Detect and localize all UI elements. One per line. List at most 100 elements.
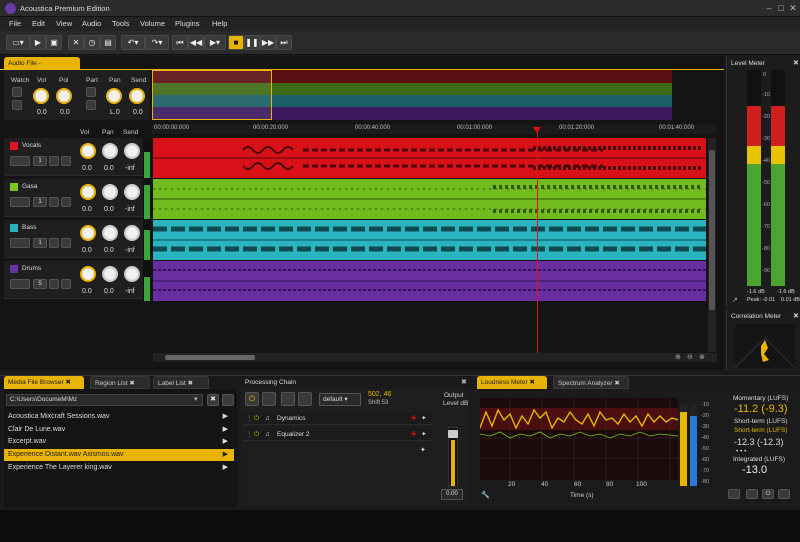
export-icon[interactable]: [778, 489, 790, 499]
menu-help[interactable]: Help: [212, 19, 227, 28]
skip-end-button[interactable]: ⏭: [276, 35, 292, 50]
fast-forward-button[interactable]: ▶▶: [260, 35, 276, 50]
part-toggle[interactable]: [86, 87, 96, 97]
undo-button[interactable]: ↶▾: [121, 35, 145, 50]
headphone-icon[interactable]: [12, 100, 22, 110]
menu-file[interactable]: File: [9, 19, 21, 28]
settings-icon[interactable]: [49, 238, 59, 248]
file-list-item-selected[interactable]: Experience Distant.wav Axismos.wav ▶: [4, 449, 234, 461]
clipboard-icon[interactable]: [262, 392, 276, 406]
skip-start-button[interactable]: ⏮: [172, 35, 188, 50]
wrench-icon[interactable]: 🔧: [481, 491, 490, 499]
folder-icon[interactable]: [222, 394, 234, 406]
star-icon[interactable]: ✦: [421, 412, 426, 425]
arm-icon[interactable]: [61, 197, 71, 207]
track-mode-button[interactable]: [10, 279, 30, 289]
close-panel-icon[interactable]: ✖: [793, 312, 799, 320]
track-pan-knob[interactable]: [102, 143, 118, 159]
timeline-ruler[interactable]: 00:00:00:000 00:00:20:000 00:00:40:000 0…: [152, 125, 717, 134]
track-send-knob[interactable]: [124, 225, 140, 241]
menu-tools[interactable]: Tools: [112, 19, 130, 28]
close-tab-icon[interactable]: ✖: [65, 379, 70, 386]
fader-value-field[interactable]: 0.00: [441, 489, 463, 500]
track-pan-knob[interactable]: [102, 225, 118, 241]
headphone-icon[interactable]: ♫: [265, 412, 270, 425]
close-tab-icon[interactable]: ✖: [188, 380, 193, 387]
track-vol-knob[interactable]: [80, 225, 96, 241]
play-button[interactable]: ▶▾: [204, 35, 226, 50]
master-vol-knob[interactable]: [33, 88, 49, 104]
remove-fx-icon[interactable]: ✚: [411, 428, 416, 441]
horizontal-scrollbar[interactable]: ⊕ ⊖ ⊗: [153, 353, 717, 362]
settings-icon[interactable]: [746, 489, 758, 499]
track-pan-knob[interactable]: [102, 184, 118, 200]
menu-edit[interactable]: Edit: [32, 19, 45, 28]
arm-icon[interactable]: [61, 279, 71, 289]
arm-icon[interactable]: [61, 238, 71, 248]
delete-button[interactable]: ▤: [100, 35, 116, 50]
drag-handle-icon[interactable]: ⋮: [246, 412, 253, 425]
master-send-knob[interactable]: [129, 88, 145, 104]
track-lane-drums[interactable]: [153, 261, 706, 301]
settings-icon[interactable]: [49, 197, 59, 207]
chevron-down-icon[interactable]: ▾: [194, 395, 198, 403]
power-icon[interactable]: ⏻: [254, 428, 259, 441]
file-list-item[interactable]: Experience The Layerer king.wav ▶: [4, 462, 234, 474]
tab-region-list[interactable]: Region List ✖: [90, 376, 150, 389]
track-number[interactable]: 1: [33, 156, 47, 166]
path-input[interactable]: C:\Users\DocumeM\Mz: [6, 394, 203, 406]
timer-button[interactable]: ◷: [84, 35, 100, 50]
overview-strip[interactable]: [152, 70, 672, 120]
reset-icon[interactable]: [728, 489, 740, 499]
settings-icon[interactable]: [49, 279, 59, 289]
play-icon[interactable]: ▶: [223, 449, 228, 461]
folder-open-icon[interactable]: [281, 392, 295, 406]
fader-handle[interactable]: [448, 430, 458, 438]
preset-select[interactable]: default ▾: [319, 393, 361, 406]
save-icon[interactable]: [298, 392, 312, 406]
overview-viewport[interactable]: [152, 70, 272, 120]
vertical-scrollbar[interactable]: [708, 138, 716, 352]
zoom-fit-icon[interactable]: ⊗: [699, 353, 705, 361]
playhead[interactable]: [537, 128, 538, 358]
track-number[interactable]: 1: [33, 197, 47, 207]
play-icon[interactable]: ▶: [223, 424, 228, 436]
master-pan-knob[interactable]: [106, 88, 122, 104]
master-pol-knob[interactable]: [56, 88, 72, 104]
play-icon[interactable]: ▶: [223, 436, 228, 448]
close-tab-icon[interactable]: ✖: [129, 380, 134, 387]
watch-toggle[interactable]: [12, 87, 22, 97]
menu-volume[interactable]: Volume: [140, 19, 165, 28]
menu-view[interactable]: View: [56, 19, 72, 28]
fx-slot-dynamics[interactable]: ⋮ ⏻ ♫ Dynamics ✚ ✦: [243, 412, 431, 425]
track-send-knob[interactable]: [124, 184, 140, 200]
track-lane-gasa[interactable]: [153, 179, 706, 219]
file-list-item[interactable]: Excerpt.wav ▶: [4, 436, 234, 448]
file-list-item[interactable]: Acoustica Mixcraft Sessions.wav ▶: [4, 411, 234, 423]
fx-slot-equalizer[interactable]: ⋮ ⏻ ♫ Equalizer 2 ✚ ✦: [243, 428, 431, 441]
track-lane-bass[interactable]: [153, 220, 706, 260]
cut-button[interactable]: ✕: [68, 35, 84, 50]
play-icon[interactable]: ▶: [223, 462, 228, 474]
redo-button[interactable]: ↷▾: [145, 35, 169, 50]
headphone-icon[interactable]: ♫: [265, 428, 270, 441]
star-icon[interactable]: ✦: [421, 428, 426, 441]
add-fx-icon[interactable]: ✦: [420, 446, 426, 454]
zoom-out-icon[interactable]: ⊖: [687, 353, 693, 361]
arm-icon[interactable]: [61, 156, 71, 166]
file-list-item[interactable]: Clair De Lune.wav ▶: [4, 424, 234, 436]
track-send-knob[interactable]: [124, 266, 140, 282]
close-tab-icon[interactable]: ✖: [614, 380, 619, 387]
track-pan-knob[interactable]: [102, 266, 118, 282]
zoom-in-icon[interactable]: ⊕: [675, 353, 681, 361]
track-number[interactable]: 1: [33, 238, 47, 248]
track-send-knob[interactable]: [124, 143, 140, 159]
power-icon[interactable]: ⏻: [254, 412, 259, 425]
tab-loudness-meter[interactable]: Loudness Meter ✖: [477, 376, 547, 389]
output-fader[interactable]: [448, 427, 458, 487]
close-panel-icon[interactable]: ✖: [461, 378, 467, 386]
rewind-button[interactable]: ◀◀: [188, 35, 204, 50]
stop-button[interactable]: ■: [228, 35, 244, 50]
save-button[interactable]: ▣: [46, 35, 62, 50]
track-vol-knob[interactable]: [80, 266, 96, 282]
